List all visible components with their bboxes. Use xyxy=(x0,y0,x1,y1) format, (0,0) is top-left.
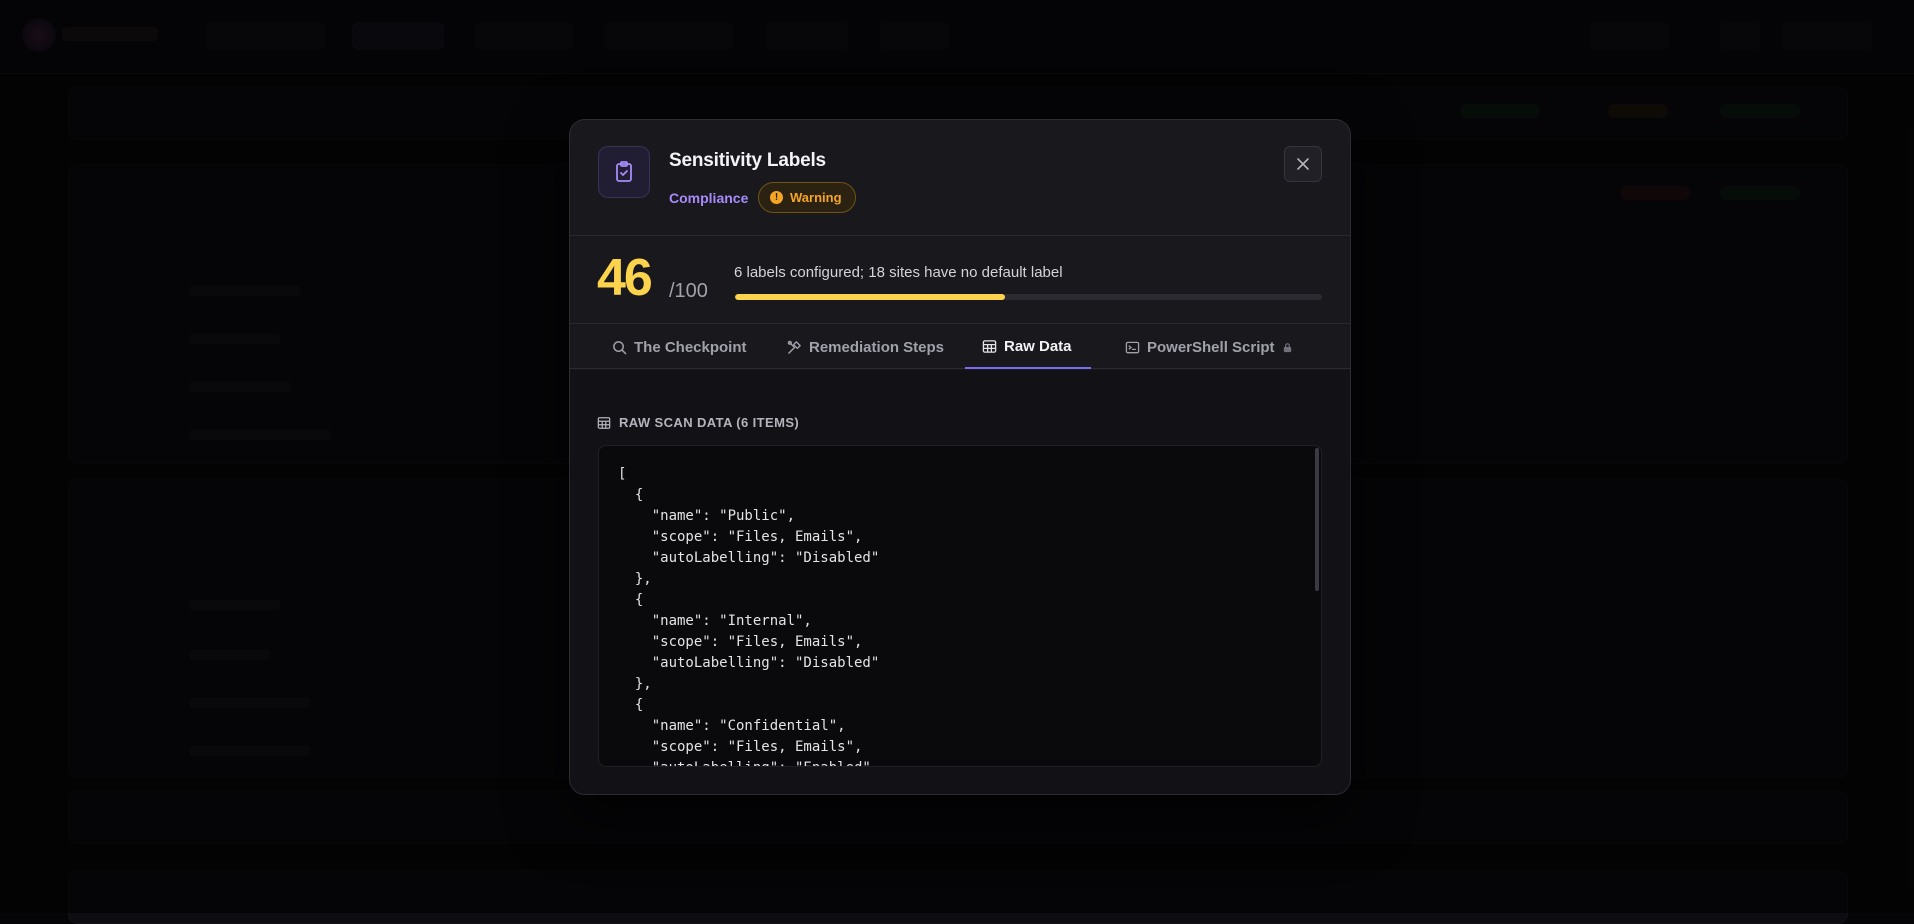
table-icon xyxy=(982,339,997,354)
status-text: Warning xyxy=(790,190,842,205)
warning-icon: ! xyxy=(770,191,783,204)
category-label: Compliance xyxy=(669,190,748,206)
lock-icon xyxy=(1282,342,1293,353)
tab-label: Remediation Steps xyxy=(809,339,944,356)
code-scrollbar[interactable] xyxy=(1315,448,1319,591)
clipboard-check-icon xyxy=(598,146,650,198)
tab-label: The Checkpoint xyxy=(634,339,747,356)
raw-data-heading: RAW SCAN DATA (6 ITEMS) xyxy=(597,415,799,430)
modal-header: Sensitivity Labels Compliance ! Warning xyxy=(570,120,1350,236)
tab-bar: The Checkpoint Remediation Steps Raw Dat… xyxy=(570,325,1350,369)
tab-label: Raw Data xyxy=(1004,338,1072,355)
score-value: 46 xyxy=(597,248,651,308)
table-icon xyxy=(597,416,611,430)
modal-title: Sensitivity Labels xyxy=(669,150,826,172)
close-button[interactable] xyxy=(1284,146,1322,182)
tools-icon xyxy=(787,340,802,355)
raw-json-text: [ { "name": "Public", "scope": "Files, E… xyxy=(618,464,879,767)
status-badge: ! Warning xyxy=(758,182,856,213)
tab-the-checkpoint[interactable]: The Checkpoint xyxy=(595,325,764,369)
score-progress-fill xyxy=(735,294,1005,300)
raw-data-code-block[interactable]: [ { "name": "Public", "scope": "Files, E… xyxy=(598,445,1322,767)
terminal-icon xyxy=(1125,340,1140,355)
score-progress-bar xyxy=(735,294,1322,300)
score-summary: 6 labels configured; 18 sites have no de… xyxy=(734,264,1063,281)
tab-label: PowerShell Script xyxy=(1147,339,1275,356)
tab-raw-data[interactable]: Raw Data xyxy=(965,325,1091,369)
tab-remediation-steps[interactable]: Remediation Steps xyxy=(770,325,961,369)
raw-data-heading-text: RAW SCAN DATA (6 ITEMS) xyxy=(619,415,799,430)
check-detail-modal: Sensitivity Labels Compliance ! Warning … xyxy=(569,119,1351,795)
search-icon xyxy=(612,340,627,355)
tab-panel-raw-data: RAW SCAN DATA (6 ITEMS) [ { "name": "Pub… xyxy=(570,370,1350,795)
tab-powershell-script[interactable]: PowerShell Script xyxy=(1108,325,1310,369)
score-max: /100 xyxy=(669,280,708,303)
close-icon xyxy=(1296,157,1310,171)
